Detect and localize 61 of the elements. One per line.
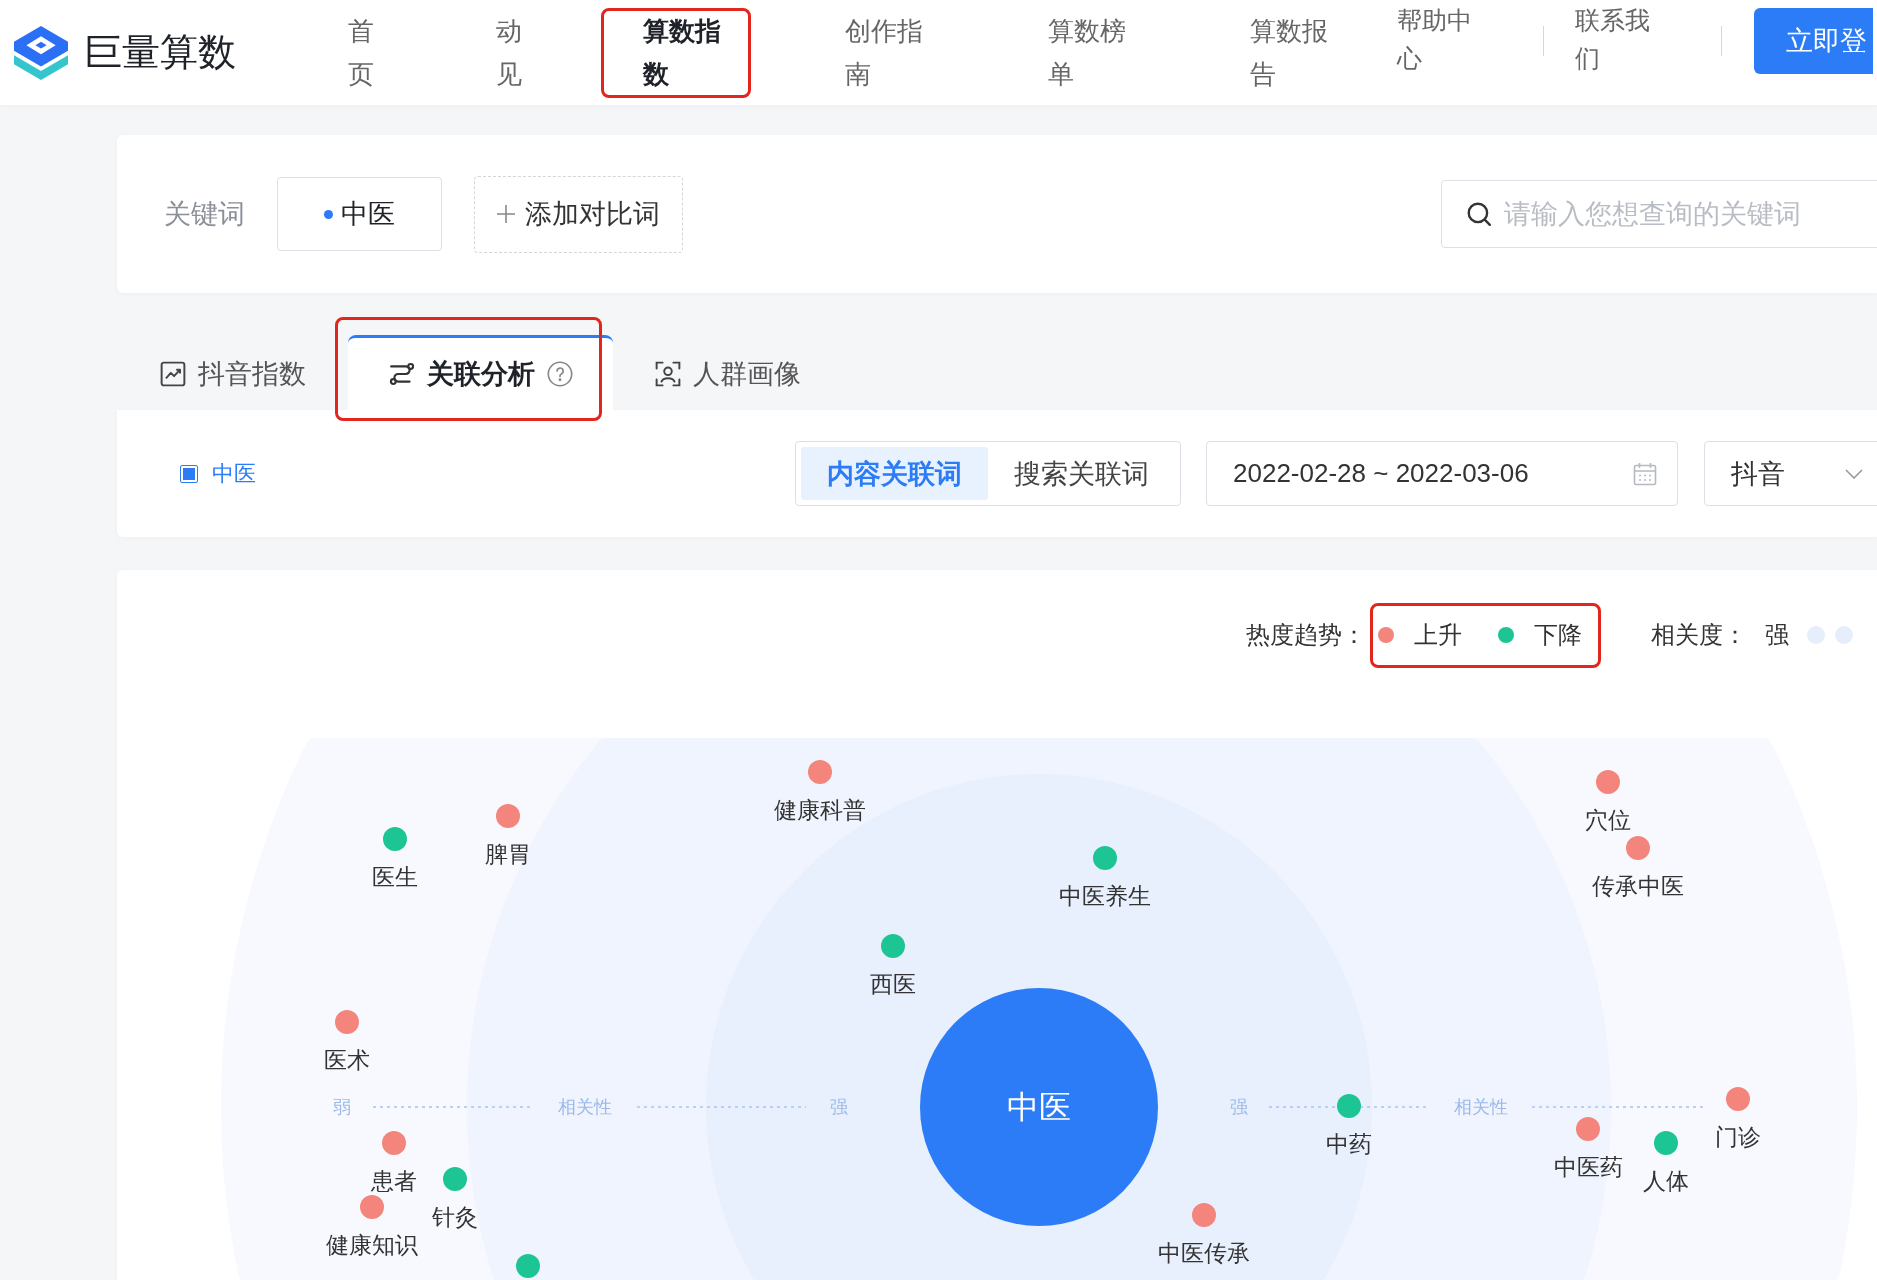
legend-label: 下降 (1534, 619, 1582, 650)
date-range-picker[interactable]: 2022-02-28 ~ 2022-03-06 (1206, 441, 1678, 506)
header-link[interactable]: 帮助中心 (1396, 1, 1477, 77)
node-label: 针灸 (432, 1204, 478, 1230)
nav-link[interactable]: 首页 (348, 9, 377, 96)
axis-label: 相关性 (1454, 1097, 1508, 1117)
node-label: 健康科普 (774, 797, 866, 823)
line-chart-icon (160, 361, 186, 387)
logo-icon (14, 23, 68, 82)
node-label: 医生 (372, 864, 418, 890)
node-label: 中医药 (1553, 1154, 1623, 1180)
relevance-dot-icon (1807, 626, 1825, 644)
axis-label: 强 (830, 1097, 848, 1117)
nav-link[interactable]: 算数指数 (643, 9, 727, 96)
node-label: 中医传承 (1158, 1240, 1250, 1266)
series-label: 中医 (212, 459, 256, 488)
person-scan-icon (655, 361, 681, 387)
header-link[interactable]: 联系我们 (1574, 1, 1655, 77)
legend-label: 上升 (1414, 619, 1462, 650)
node-label: 门诊 (1715, 1124, 1761, 1150)
axis-label: 弱 (333, 1097, 351, 1117)
keyword-chip[interactable]: 中医 (277, 177, 442, 251)
node-label: 人体 (1643, 1168, 1689, 1194)
bullet-dot-icon (324, 209, 333, 219)
node-label: 传承中医 (1592, 873, 1684, 899)
node-label: 脾胃 (485, 841, 531, 867)
tab[interactable]: 关联分析 (348, 335, 613, 410)
nav-link[interactable]: 创作指南 (845, 9, 929, 96)
checkbox[interactable] (180, 464, 198, 483)
field-label: 关键词 (164, 198, 245, 231)
add-compare-button[interactable]: 添加对比词 (474, 175, 683, 253)
nav-link[interactable]: 算数报告 (1249, 9, 1333, 96)
node-label: 健康知识 (326, 1232, 418, 1258)
node-label: 医术 (324, 1047, 370, 1073)
plus-icon (497, 205, 515, 223)
center-keyword-bubble: 中医 (920, 988, 1158, 1226)
search-icon (1466, 201, 1492, 227)
legend-label: 强 (1765, 620, 1789, 650)
login-button[interactable]: 立即登 (1753, 8, 1873, 74)
nav-link[interactable]: 动见 (495, 9, 525, 96)
platform-select[interactable]: 抖音 (1704, 441, 1877, 506)
axis-label: 相关性 (558, 1097, 612, 1117)
chevron-down-icon (1845, 468, 1863, 479)
brand-name: 巨量算数 (84, 30, 236, 75)
route-icon (389, 361, 415, 387)
tab[interactable]: 人群画像 (655, 335, 801, 410)
node-label: 西医 (870, 971, 916, 997)
segment-tab[interactable]: 搜索关联词 (988, 447, 1175, 500)
tab[interactable]: 抖音指数 (160, 335, 306, 410)
node-label: 患者 (371, 1168, 417, 1194)
segment-tab[interactable]: 内容关联词 (801, 447, 988, 500)
relevance-dot-icon (1835, 626, 1853, 644)
node-label: 中医养生 (1059, 883, 1151, 909)
legend-title: 相关度： (1651, 620, 1747, 650)
nav-link[interactable]: 算数榜单 (1047, 9, 1131, 96)
node-label: 穴位 (1585, 807, 1631, 833)
help-icon[interactable] (547, 361, 573, 387)
axis-label: 强 (1230, 1097, 1248, 1117)
calendar-icon (1633, 461, 1657, 486)
node-label: 中药 (1326, 1131, 1372, 1157)
legend-title: 热度趋势： (1246, 620, 1366, 650)
